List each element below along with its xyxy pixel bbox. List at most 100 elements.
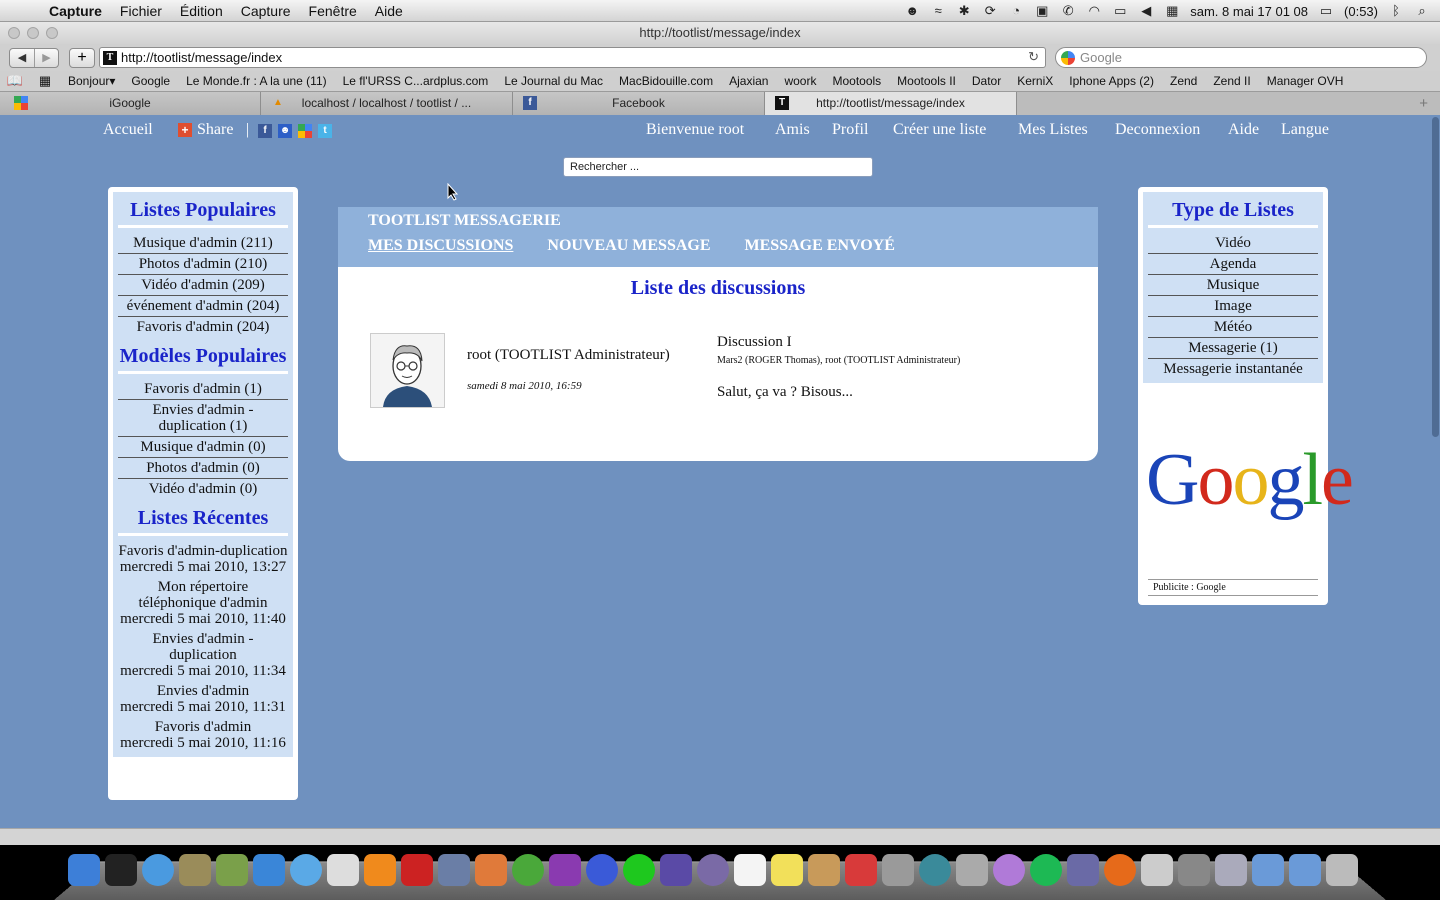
recent-list-item[interactable]: Favoris d'admin mercredi 5 mai 2010, 11:… — [118, 717, 288, 753]
popular-list-item[interactable]: Musique d'admin (211) — [118, 233, 288, 254]
app-icon[interactable] — [586, 854, 618, 886]
status-app-icon[interactable]: ▣ — [1034, 4, 1050, 18]
stickies-icon[interactable] — [771, 854, 803, 886]
folder-icon[interactable] — [1252, 854, 1284, 886]
popular-model-item[interactable]: Musique d'admin (0) — [118, 437, 288, 458]
terminal-icon[interactable] — [105, 854, 137, 886]
spotlight-icon[interactable]: ⌕ — [1414, 4, 1430, 18]
preview-icon[interactable] — [179, 854, 211, 886]
discussion-preview[interactable]: Salut, ça va ? Bisous... — [717, 384, 853, 401]
forward-button[interactable]: ▶ — [34, 48, 58, 67]
status-paw-icon[interactable]: ✱ — [956, 4, 972, 18]
bookmark-item[interactable]: KerniX — [1009, 74, 1061, 88]
spotify-icon[interactable] — [1030, 854, 1062, 886]
tab-igoogle[interactable]: iGoogle — [0, 92, 261, 115]
google-share-icon[interactable] — [298, 124, 312, 138]
popular-model-item[interactable]: Envies d'admin - duplication (1) — [118, 400, 288, 437]
bookmark-item[interactable]: Ajaxian — [721, 74, 776, 88]
app-icon[interactable] — [808, 854, 840, 886]
reading-list-icon[interactable]: 📖 — [0, 73, 30, 89]
recent-list-item[interactable]: Envies d'admin mercredi 5 mai 2010, 11:3… — [118, 681, 288, 717]
app-icon[interactable] — [1067, 854, 1099, 886]
bookmark-item[interactable]: Zend II — [1205, 74, 1258, 88]
list-type-item[interactable]: Agenda — [1148, 254, 1318, 275]
tab-mes-discussions[interactable]: MES DISCUSSIONS — [368, 237, 513, 255]
iphoto-icon[interactable] — [438, 854, 470, 886]
wifi-icon[interactable]: ◠ — [1086, 4, 1102, 18]
list-type-item[interactable]: Musique — [1148, 275, 1318, 296]
close-window-button[interactable] — [8, 27, 20, 39]
popular-model-item[interactable]: Photos d'admin (0) — [118, 458, 288, 479]
menu-app-capture[interactable]: Capture — [40, 3, 111, 19]
avatar[interactable] — [370, 333, 445, 408]
facebook-share-icon[interactable]: f — [258, 124, 272, 138]
menu-fichier[interactable]: Fichier — [111, 3, 171, 19]
url-text[interactable]: http://tootlist/message/index — [121, 50, 282, 65]
recent-list-item[interactable]: Envies d'admin - duplication mercredi 5 … — [118, 629, 288, 681]
display-icon[interactable]: ▭ — [1112, 4, 1128, 18]
page-scrollbar[interactable] — [1431, 115, 1440, 828]
phone-icon[interactable]: ✆ — [1060, 4, 1076, 18]
bookmark-item[interactable]: woork — [776, 74, 824, 88]
menu-fenetre[interactable]: Fenêtre — [300, 3, 366, 19]
ical-icon[interactable] — [734, 854, 766, 886]
app-icon[interactable] — [549, 854, 581, 886]
bookmark-item[interactable]: Iphone Apps (2) — [1061, 74, 1162, 88]
nav-profil[interactable]: Profil — [832, 121, 868, 139]
discussion-title[interactable]: Discussion I — [717, 334, 792, 351]
battery-icon[interactable]: ▭ — [1318, 4, 1334, 18]
xcode-icon[interactable] — [253, 854, 285, 886]
bookmark-item[interactable]: Zend — [1162, 74, 1205, 88]
safari-icon[interactable] — [142, 854, 174, 886]
sync-icon[interactable]: ⟳ — [982, 4, 998, 18]
add-bookmark-button[interactable]: + — [69, 47, 95, 68]
list-type-item[interactable]: Image — [1148, 296, 1318, 317]
back-button[interactable]: ◀ — [10, 49, 34, 67]
discussion-sender[interactable]: root (TOOTLIST Administrateur) — [467, 347, 670, 364]
bookmark-item[interactable]: Manager OVH — [1259, 74, 1352, 88]
popular-list-item[interactable]: Vidéo d'admin (209) — [118, 275, 288, 296]
scrollbar-thumb[interactable] — [1432, 117, 1439, 437]
bookmark-item[interactable]: Mootools — [824, 74, 889, 88]
bookmark-item[interactable]: Dator — [964, 74, 1009, 88]
vlc-icon[interactable] — [364, 854, 396, 886]
app-icon[interactable] — [327, 854, 359, 886]
nav-mes-listes[interactable]: Mes Listes — [1018, 121, 1088, 139]
top-sites-grid-icon[interactable]: ▦ — [30, 73, 60, 89]
popular-list-item[interactable]: Photos d'admin (210) — [118, 254, 288, 275]
volume-icon[interactable]: ◀ — [1138, 4, 1154, 18]
menu-capture[interactable]: Capture — [232, 3, 300, 19]
system-preferences-icon[interactable] — [882, 854, 914, 886]
eclipse-icon[interactable] — [660, 854, 692, 886]
recent-list-item[interactable]: Mon répertoire téléphonique d'admin merc… — [118, 577, 288, 629]
app-icon[interactable] — [1141, 854, 1173, 886]
bookmark-item[interactable]: MacBidouille.com — [611, 74, 721, 88]
bookmark-item[interactable]: Le Journal du Mac — [496, 74, 611, 88]
popular-list-item[interactable]: Favoris d'admin (204) — [118, 317, 288, 337]
nav-accueil[interactable]: Accueil — [103, 121, 153, 139]
share-button[interactable]: + Share — [178, 121, 233, 139]
keynote-icon[interactable] — [475, 854, 507, 886]
bookmark-item[interactable]: Le Monde.fr : A la une (11) — [178, 74, 335, 88]
nav-langue[interactable]: Langue — [1281, 121, 1329, 139]
trash-icon[interactable] — [1326, 854, 1358, 886]
tab-phpmyadmin[interactable]: ▲ localhost / localhost / tootlist / ... — [261, 92, 513, 115]
app-icon[interactable] — [401, 854, 433, 886]
twitter-share-icon[interactable]: t — [318, 124, 332, 138]
site-search-input[interactable]: Rechercher ... — [563, 157, 873, 177]
bookmark-item[interactable]: Bonjour▾ — [60, 74, 123, 88]
app-icon[interactable] — [623, 854, 655, 886]
google-ad[interactable]: Google — [1146, 440, 1354, 535]
finder-icon[interactable] — [68, 854, 100, 886]
menu-edition[interactable]: Édition — [171, 3, 232, 19]
menu-aide[interactable]: Aide — [366, 3, 412, 19]
app-icon[interactable] — [845, 854, 877, 886]
browser-search-input[interactable]: Google — [1055, 47, 1427, 68]
firefox-icon[interactable] — [1104, 854, 1136, 886]
popular-model-item[interactable]: Favoris d'admin (1) — [118, 379, 288, 400]
reload-icon[interactable]: ↻ — [1028, 49, 1039, 65]
zoom-window-button[interactable] — [46, 27, 58, 39]
time-machine-icon[interactable] — [919, 854, 951, 886]
popular-list-item[interactable]: événement d'admin (204) — [118, 296, 288, 317]
address-bar[interactable]: T http://tootlist/message/index ↻ — [99, 47, 1046, 68]
